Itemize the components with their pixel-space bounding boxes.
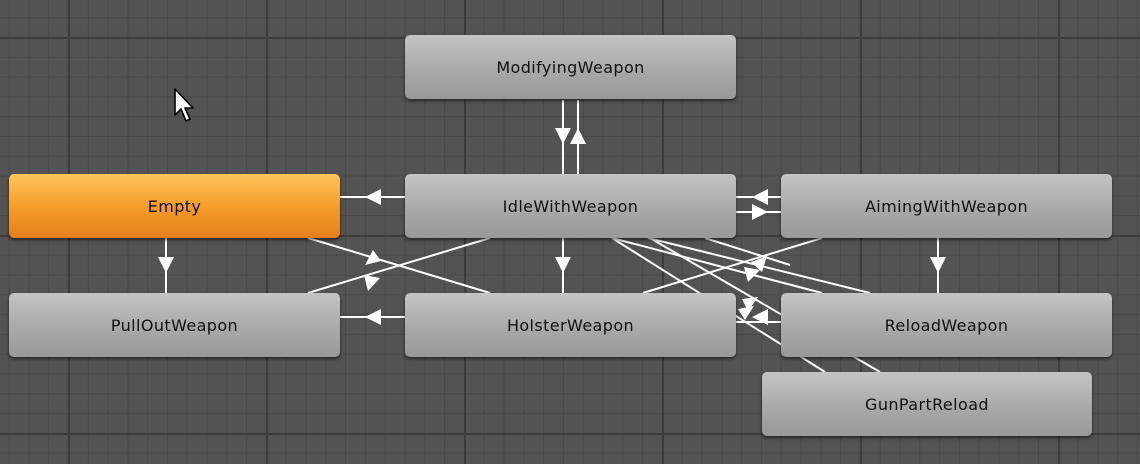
state-idle-with-weapon[interactable]: IdleWithWeapon <box>405 174 736 238</box>
state-holster-weapon[interactable]: HolsterWeapon <box>405 293 736 357</box>
state-label: ModifyingWeapon <box>496 57 645 77</box>
transition-arrow <box>555 257 571 273</box>
animator-graph-canvas[interactable]: ModifyingWeapon Empty IdleWithWeapon Aim… <box>0 0 1140 464</box>
transition-arrow <box>744 267 760 282</box>
state-empty[interactable]: Empty <box>9 174 340 238</box>
state-label: Empty <box>147 196 202 216</box>
transition-arrow <box>555 128 571 144</box>
state-modifying-weapon[interactable]: ModifyingWeapon <box>405 35 736 99</box>
state-label: IdleWithWeapon <box>502 196 639 216</box>
mouse-pointer-icon <box>174 88 194 122</box>
state-label: HolsterWeapon <box>506 315 635 335</box>
state-reload-weapon[interactable]: ReloadWeapon <box>781 293 1112 357</box>
state-label: GunPartReload <box>865 394 989 414</box>
state-label: AimingWithWeapon <box>864 196 1029 216</box>
state-label: PullOutWeapon <box>110 315 239 335</box>
transition-idle-to-reload[interactable] <box>611 237 823 294</box>
state-gun-part-reload[interactable]: GunPartReload <box>762 372 1092 436</box>
transition-arrow <box>752 189 768 205</box>
transition-arrow <box>365 309 381 325</box>
state-aiming-with-weapon[interactable]: AimingWithWeapon <box>781 174 1112 238</box>
transition-arrow <box>365 250 381 265</box>
transition-arrow <box>930 257 946 273</box>
transition-arrow <box>752 204 768 220</box>
transition-arrow <box>570 128 586 144</box>
transition-arrow <box>364 275 380 291</box>
transition-arrow <box>158 257 174 273</box>
state-pull-out-weapon[interactable]: PullOutWeapon <box>9 293 340 357</box>
transition-arrow <box>365 189 381 205</box>
state-label: ReloadWeapon <box>884 315 1009 335</box>
